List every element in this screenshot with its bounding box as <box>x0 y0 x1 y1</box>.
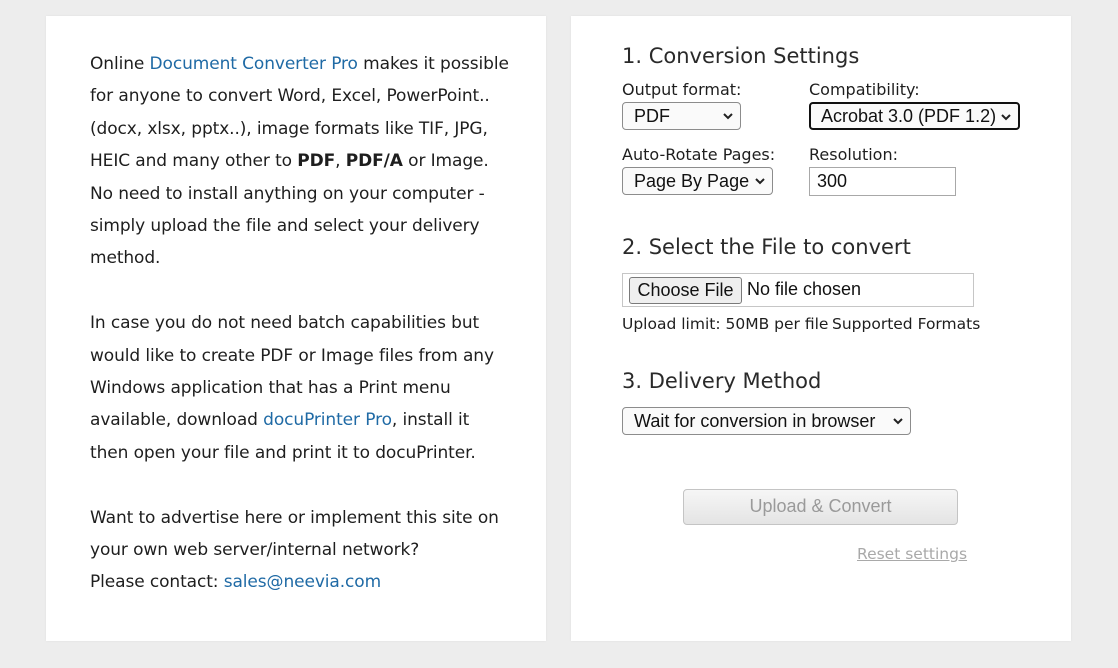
compatibility-select[interactable]: Acrobat 3.0 (PDF 1.2) <box>809 102 1020 130</box>
compatibility-value: Acrobat 3.0 (PDF 1.2) <box>821 106 997 126</box>
file-status-text: No file chosen <box>747 279 862 299</box>
chevron-down-icon <box>723 113 733 120</box>
resolution-input[interactable]: 300 <box>809 167 956 196</box>
select-file-title: 2. Select the File to convert <box>622 235 911 259</box>
converter-panel: 1. Conversion Settings Output format: PD… <box>571 16 1071 641</box>
chevron-down-icon <box>1001 114 1011 121</box>
intro-paragraph-5: Please contact: sales@neevia.com <box>90 566 510 598</box>
chevron-down-icon <box>893 418 903 425</box>
intro-paragraph-3: In case you do not need batch capabiliti… <box>90 307 510 469</box>
file-input[interactable]: Choose File No file chosen <box>622 273 974 307</box>
output-format-select[interactable]: PDF <box>622 102 741 130</box>
intro-text-segment: , <box>335 151 346 172</box>
page: Online Document Converter Pro makes it p… <box>0 0 1118 668</box>
chevron-down-icon <box>755 178 765 185</box>
reset-settings-link[interactable]: Reset settings <box>857 545 967 563</box>
compatibility-label: Compatibility: <box>809 80 920 99</box>
upload-convert-button[interactable]: Upload & Convert <box>683 489 958 525</box>
intro-text-segment: Online <box>90 54 150 74</box>
contact-label: Please contact: <box>90 572 224 593</box>
auto-rotate-select[interactable]: Page By Page <box>622 167 773 195</box>
output-format-value: PDF <box>634 106 670 126</box>
intro-text: Online Document Converter Pro makes it p… <box>90 48 510 599</box>
document-converter-pro-link[interactable]: Document Converter Pro <box>150 54 358 74</box>
auto-rotate-label: Auto-Rotate Pages: <box>622 145 776 164</box>
supported-formats-link[interactable]: Supported Formats <box>832 315 980 333</box>
output-format-label: Output format: <box>622 80 742 99</box>
upload-limit-text: Upload limit: 50MB per file <box>622 315 829 333</box>
conversion-settings-title: 1. Conversion Settings <box>622 44 860 68</box>
pdf-bold-text: PDF <box>297 151 336 172</box>
choose-file-button[interactable]: Choose File <box>629 277 742 304</box>
docuprinter-pro-link[interactable]: docuPrinter Pro <box>263 410 392 430</box>
intro-paragraph-4: Want to advertise here or implement this… <box>90 507 499 561</box>
info-panel: Online Document Converter Pro makes it p… <box>46 16 546 641</box>
intro-paragraph-2: No need to install anything on your comp… <box>90 183 485 269</box>
delivery-method-title: 3. Delivery Method <box>622 369 822 393</box>
intro-text-segment: or Image. <box>402 151 489 172</box>
resolution-label: Resolution: <box>809 145 898 164</box>
delivery-method-select[interactable]: Wait for conversion in browser <box>622 407 911 435</box>
pdfa-bold-text: PDF/A <box>345 151 403 172</box>
delivery-method-value: Wait for conversion in browser <box>634 411 876 431</box>
sales-email-link[interactable]: sales@neevia.com <box>224 572 381 592</box>
auto-rotate-value: Page By Page <box>634 171 750 191</box>
intro-paragraph-1: Online Document Converter Pro makes it p… <box>90 48 510 178</box>
